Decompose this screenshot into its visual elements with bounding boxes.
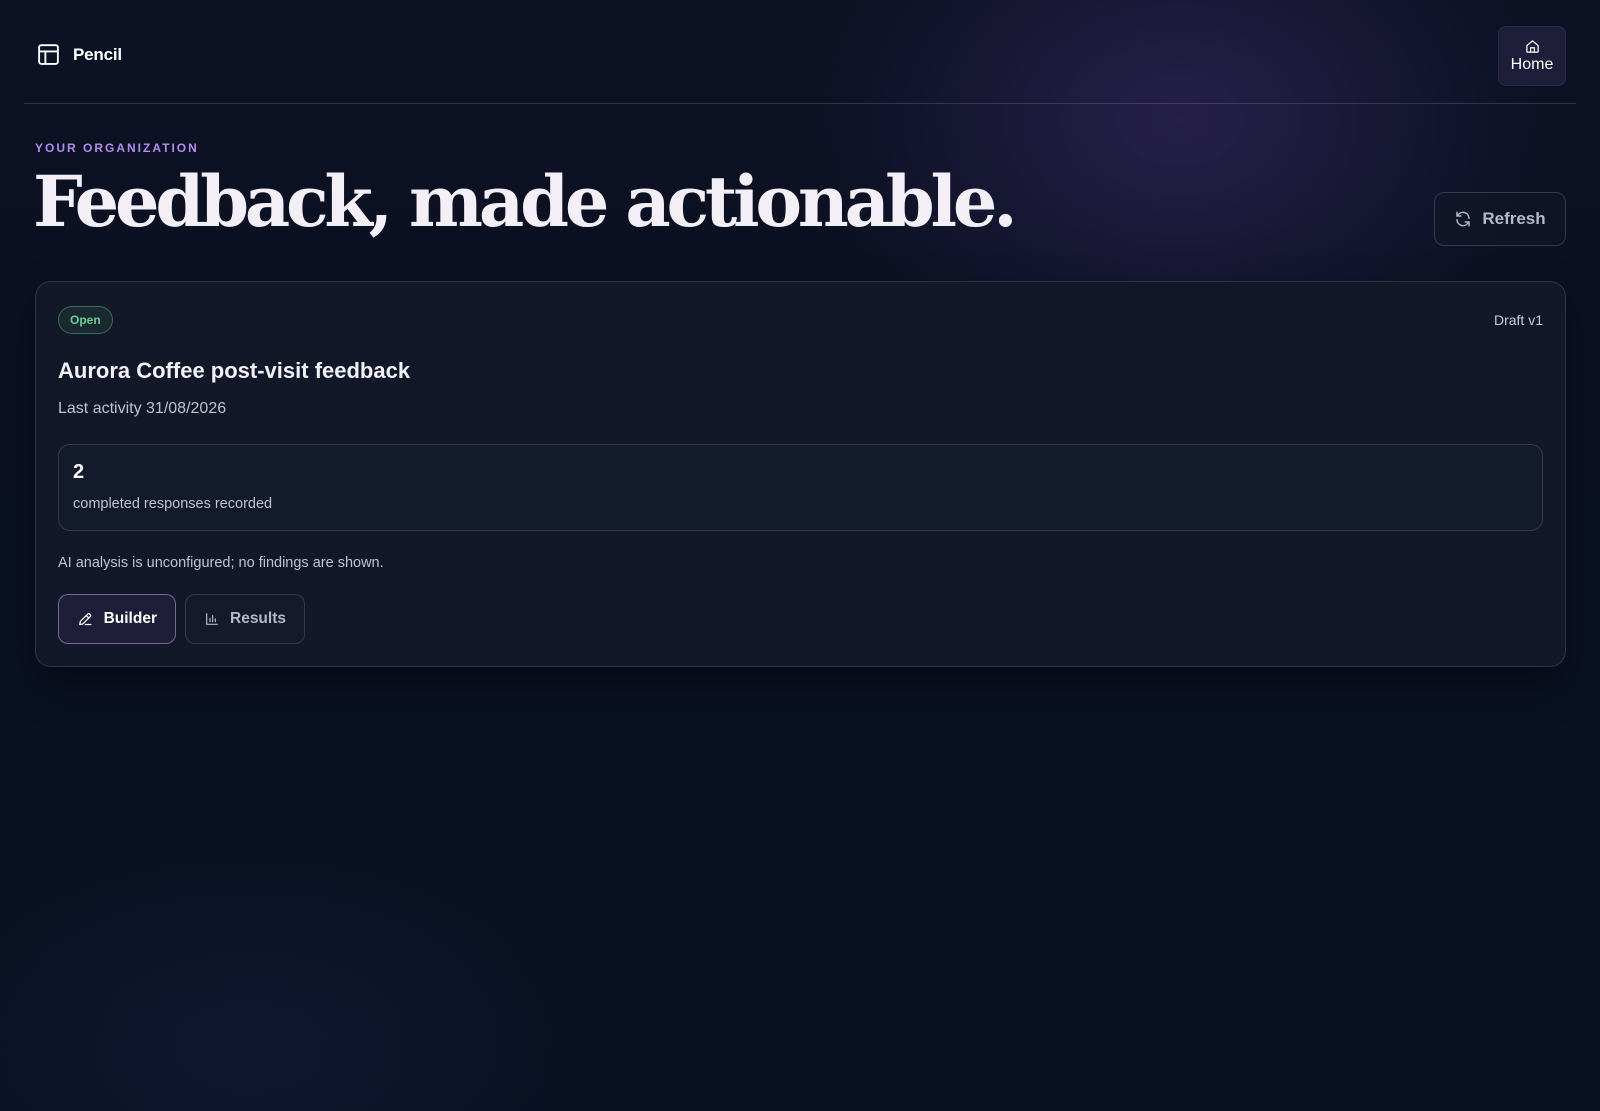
top-bar: Pencil Home: [24, 0, 1576, 104]
home-icon: [1525, 39, 1539, 53]
builder-button[interactable]: Builder: [58, 594, 176, 644]
refresh-button[interactable]: Refresh: [1434, 192, 1566, 246]
layout-icon: [38, 44, 59, 65]
responses-count: 2: [73, 461, 85, 483]
brand[interactable]: Pencil: [36, 42, 122, 67]
results-label: Results: [230, 610, 286, 627]
home-label: Home: [1510, 55, 1554, 73]
refresh-icon: [1456, 211, 1471, 227]
bar-chart-icon: [206, 613, 218, 625]
version-label: Draft v1: [1493, 312, 1543, 328]
pencil-icon: [79, 613, 92, 626]
home-button[interactable]: Home: [1498, 26, 1566, 86]
responses-stat: 2 completed responses recorded: [58, 444, 1543, 531]
refresh-label: Refresh: [1482, 209, 1546, 228]
survey-title: Aurora Coffee post-visit feedback: [58, 358, 411, 383]
survey-card: Open Draft v1 Aurora Coffee post-visit f…: [35, 281, 1566, 667]
brand-name: Pencil: [73, 44, 122, 64]
builder-label: Builder: [103, 610, 157, 627]
page-title: Feedback, made actionable.: [33, 160, 1018, 243]
ai-analysis-note: AI analysis is unconfigured; no findings…: [58, 555, 384, 571]
responses-label: completed responses recorded: [73, 496, 273, 512]
status-badge: Open: [58, 306, 113, 334]
last-activity: Last activity 31/08/2026: [58, 400, 227, 417]
organization-eyebrow: YOUR ORGANIZATION: [35, 141, 199, 155]
results-button[interactable]: Results: [185, 594, 305, 644]
